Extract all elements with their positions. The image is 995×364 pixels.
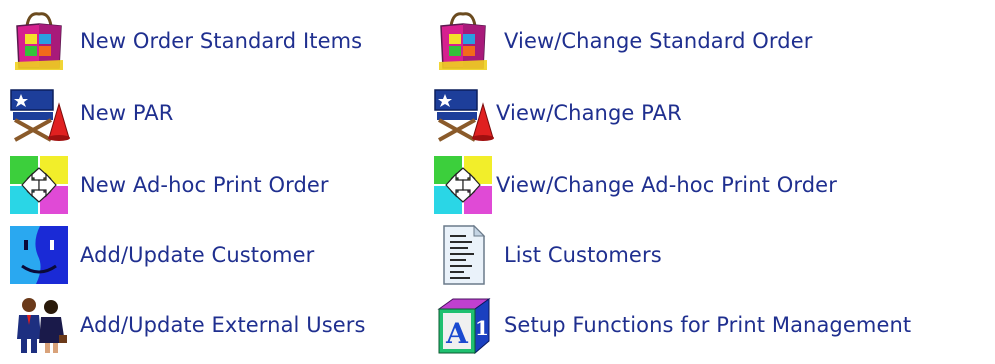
arrows-grid-icon xyxy=(430,152,496,218)
print-management-menu: New Order Standard Items New PAR New Ad-… xyxy=(0,0,995,364)
menu-item-label: View/Change Standard Order xyxy=(504,29,813,53)
menu-item-setup-functions[interactable]: A 1 Setup Functions for Print Management xyxy=(430,292,911,358)
menu-item-label: View/Change Ad-hoc Print Order xyxy=(496,173,837,197)
menu-item-list-customers[interactable]: List Customers xyxy=(430,222,662,288)
menu-item-new-adhoc-print-order[interactable]: New Ad-hoc Print Order xyxy=(6,152,329,218)
menu-item-view-change-par[interactable]: View/Change PAR xyxy=(430,80,682,146)
arrows-grid-icon xyxy=(6,152,72,218)
svg-text:A: A xyxy=(445,317,469,350)
menu-item-view-change-adhoc-print-order[interactable]: View/Change Ad-hoc Print Order xyxy=(430,152,837,218)
finder-face-icon xyxy=(6,222,72,288)
menu-item-label: View/Change PAR xyxy=(496,101,682,125)
abc-block-icon: A 1 xyxy=(430,292,496,358)
svg-text:1: 1 xyxy=(475,316,489,340)
menu-item-add-update-external-users[interactable]: Add/Update External Users xyxy=(6,292,366,358)
menu-item-new-order-standard-items[interactable]: New Order Standard Items xyxy=(6,8,362,74)
menu-item-view-change-standard-order[interactable]: View/Change Standard Order xyxy=(430,8,812,74)
menu-item-new-par[interactable]: New PAR xyxy=(6,80,173,146)
menu-item-add-update-customer[interactable]: Add/Update Customer xyxy=(6,222,314,288)
shopping-bag-icon xyxy=(430,8,496,74)
users-icon xyxy=(6,292,72,358)
shopping-bag-icon xyxy=(6,8,72,74)
menu-item-label: New PAR xyxy=(80,101,174,125)
menu-item-label: New Ad-hoc Print Order xyxy=(80,173,329,197)
menu-item-label: New Order Standard Items xyxy=(80,29,363,53)
director-chair-icon xyxy=(430,80,496,146)
menu-item-label: Add/Update External Users xyxy=(80,313,366,337)
menu-item-label: List Customers xyxy=(504,243,662,267)
menu-item-label: Setup Functions for Print Management xyxy=(504,313,912,337)
document-list-icon xyxy=(430,222,496,288)
director-chair-icon xyxy=(6,80,72,146)
menu-item-label: Add/Update Customer xyxy=(80,243,315,267)
